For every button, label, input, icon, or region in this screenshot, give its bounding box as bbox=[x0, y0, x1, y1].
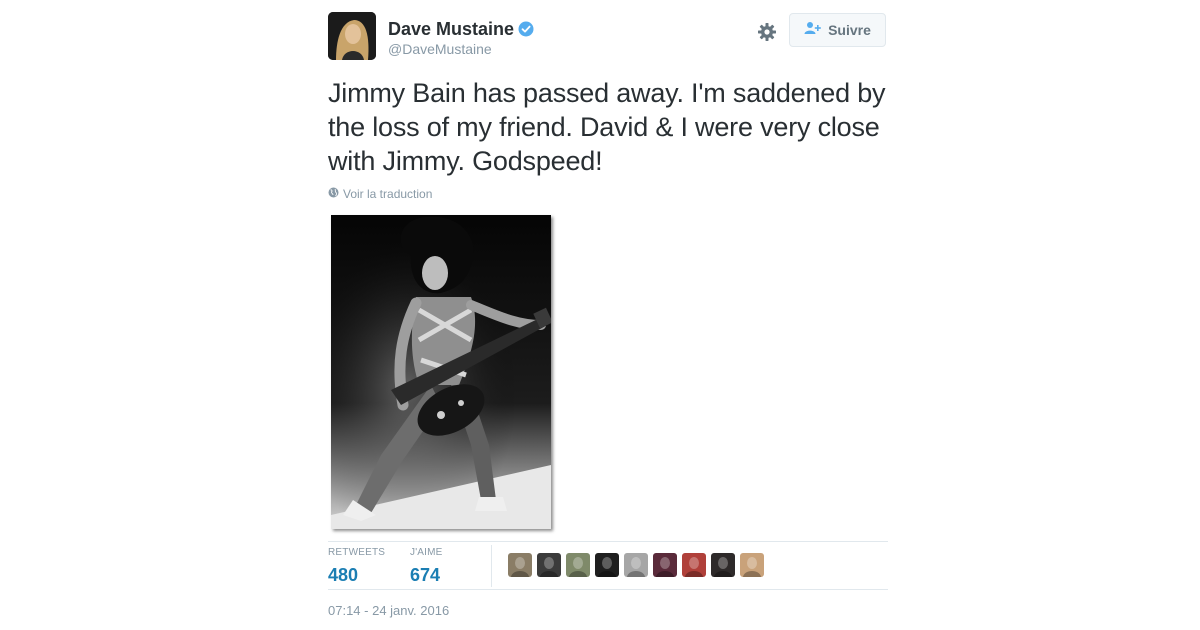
author-handle[interactable]: @DaveMustaine bbox=[388, 41, 492, 57]
liker-avatar[interactable] bbox=[682, 553, 706, 577]
liker-avatars bbox=[508, 553, 764, 577]
liker-avatar[interactable] bbox=[711, 553, 735, 577]
liker-avatar[interactable] bbox=[624, 553, 648, 577]
author-name-row: Dave Mustaine bbox=[388, 18, 534, 40]
tweet-timestamp[interactable]: 07:14 - 24 janv. 2016 bbox=[328, 603, 449, 618]
author-avatar[interactable] bbox=[328, 12, 376, 60]
globe-icon bbox=[328, 187, 339, 201]
tweet-text: Jimmy Bain has passed away. I'm saddened… bbox=[328, 78, 886, 176]
stats-top-divider bbox=[328, 541, 888, 542]
likes-count: 674 bbox=[410, 565, 441, 585]
liker-avatar[interactable] bbox=[566, 553, 590, 577]
liker-avatar[interactable] bbox=[595, 553, 619, 577]
gear-icon[interactable] bbox=[756, 21, 778, 43]
retweets-count: 480 bbox=[328, 565, 359, 585]
stats-separator bbox=[491, 545, 492, 587]
liker-avatar[interactable] bbox=[537, 553, 561, 577]
follow-button-label: Suivre bbox=[828, 22, 871, 38]
author-display-name[interactable]: Dave Mustaine bbox=[388, 18, 514, 40]
retweets-label: RETWEETS bbox=[328, 547, 386, 558]
likes-label: J'AIME bbox=[410, 547, 443, 558]
translate-link[interactable]: Voir la traduction bbox=[328, 187, 432, 201]
liker-avatar[interactable] bbox=[740, 553, 764, 577]
liker-avatar[interactable] bbox=[508, 553, 532, 577]
translate-label: Voir la traduction bbox=[343, 187, 433, 201]
follow-button[interactable]: Suivre bbox=[789, 13, 886, 47]
likes-stat[interactable]: J'AIME 674 bbox=[410, 547, 443, 586]
add-user-icon bbox=[804, 21, 822, 40]
tweet-card: Dave Mustaine @DaveMustaine Suivre Jimmy… bbox=[328, 0, 888, 630]
liker-avatar[interactable] bbox=[653, 553, 677, 577]
retweets-stat[interactable]: RETWEETS 480 bbox=[328, 547, 385, 586]
verified-badge-icon bbox=[518, 21, 534, 37]
tweet-photo[interactable] bbox=[331, 215, 551, 529]
stats-bottom-divider bbox=[328, 589, 888, 590]
